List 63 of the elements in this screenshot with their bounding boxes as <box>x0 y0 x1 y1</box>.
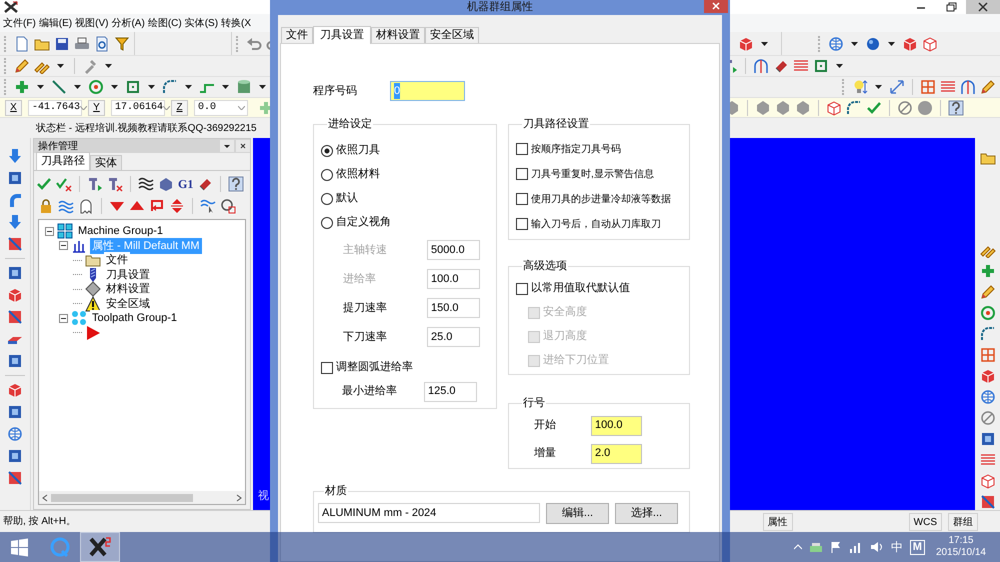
status-text: 状态栏 - 远程培训.视频教程请联系QQ-369292215 <box>36 122 257 136</box>
radio-label[interactable]: 自定义视角 <box>336 214 391 231</box>
input-mode-button[interactable]: M <box>910 540 925 554</box>
group-title: 刀具路径设置 <box>522 117 590 132</box>
radio-label[interactable]: 依照刀具 <box>336 142 380 159</box>
checkbox-label[interactable]: 使用刀具的步进量冷却液等数据 <box>531 192 671 206</box>
input-field[interactable]: 150.0 <box>427 298 480 318</box>
menu-item[interactable]: 实体(S) <box>184 16 218 30</box>
axis-button[interactable]: Y <box>88 100 105 116</box>
field-label: 主轴转速 <box>343 242 388 258</box>
input-method-button[interactable]: 中 <box>890 538 903 556</box>
panel-tab[interactable]: 实体 <box>90 155 122 170</box>
group-title: 材质 <box>324 484 348 499</box>
menu-item[interactable]: 文件(F) <box>3 16 36 30</box>
coordinate-field[interactable]: 0.0 <box>194 100 248 116</box>
tree-item[interactable]: Toolpath Group-1 <box>90 310 179 326</box>
panel-tab[interactable]: 刀具路径 <box>36 152 90 170</box>
input-field[interactable]: 100.0 <box>591 416 642 436</box>
menu-item[interactable]: 转换(X <box>221 16 252 30</box>
group-title: 行号 <box>522 396 546 411</box>
tree-item[interactable]: Machine Group-1 <box>76 223 165 240</box>
input-field[interactable]: 25.0 <box>427 327 480 347</box>
dialog-button[interactable]: 选择... <box>615 502 678 524</box>
menu-item[interactable]: 绘图(C) <box>148 16 182 30</box>
radio-label[interactable]: 依照材料 <box>336 166 380 183</box>
field-label: 程序号码 <box>313 84 358 99</box>
group-title: 进给设定 <box>327 116 373 132</box>
field-label: 提刀速率 <box>343 300 388 316</box>
checkbox-label[interactable]: 输入刀号后，自动从刀库取刀 <box>531 216 661 232</box>
input-field[interactable]: 2.0 <box>591 444 642 464</box>
checkbox-label[interactable]: 刀具号重复时,显示警告信息 <box>531 166 654 182</box>
axis-button[interactable]: Z <box>171 100 188 116</box>
menu-item[interactable]: 分析(A) <box>111 16 145 30</box>
status-button[interactable]: WCS <box>908 512 942 530</box>
gcode-button[interactable]: G1 <box>178 175 194 193</box>
dialog-tab[interactable]: 刀具设置 <box>313 26 371 44</box>
status-button[interactable]: 群组 <box>948 512 978 530</box>
checkbox-label[interactable]: 以常用值取代默认值 <box>531 280 630 297</box>
status-button[interactable]: 属性 <box>762 512 793 530</box>
checkbox-label[interactable]: 调整圆弧进给率 <box>336 359 413 376</box>
checkbox-label[interactable]: 按顺序指定刀具号码 <box>531 142 621 156</box>
axis-button[interactable]: X <box>5 100 22 116</box>
panel-title: 操作管理 <box>38 140 78 154</box>
radio-label[interactable]: 默认 <box>336 190 358 207</box>
field-label: 下刀速率 <box>343 330 388 345</box>
field-label: 进给率 <box>343 272 377 287</box>
menu-item[interactable]: 编辑(E) <box>38 16 72 30</box>
input-field[interactable]: 125.0 <box>424 382 477 402</box>
dialog-title: 机器群组属性 <box>467 0 533 16</box>
menu-item[interactable]: 视图(V) <box>75 16 108 30</box>
viewport-text: 视 <box>258 488 269 504</box>
dialog-tab[interactable]: 文件 <box>281 27 313 43</box>
field-label: 开始 <box>534 418 557 434</box>
clock-time[interactable]: 17:15 <box>948 535 974 547</box>
dialog-button[interactable]: 编辑... <box>546 502 609 524</box>
field-label: 最小进给率 <box>342 384 398 400</box>
input-field[interactable]: ALUMINUM mm - 2024 <box>318 503 540 523</box>
dialog-tab[interactable]: 安全区域 <box>425 27 479 43</box>
field-label: 增量 <box>534 446 557 462</box>
status-help-text: 帮助, 按 Alt+H。 <box>2 514 76 529</box>
group-title: 高级选项 <box>522 258 568 274</box>
dialog-tab[interactable]: 材料设置 <box>371 27 425 43</box>
clock-date[interactable]: 2015/10/14 <box>936 547 986 559</box>
